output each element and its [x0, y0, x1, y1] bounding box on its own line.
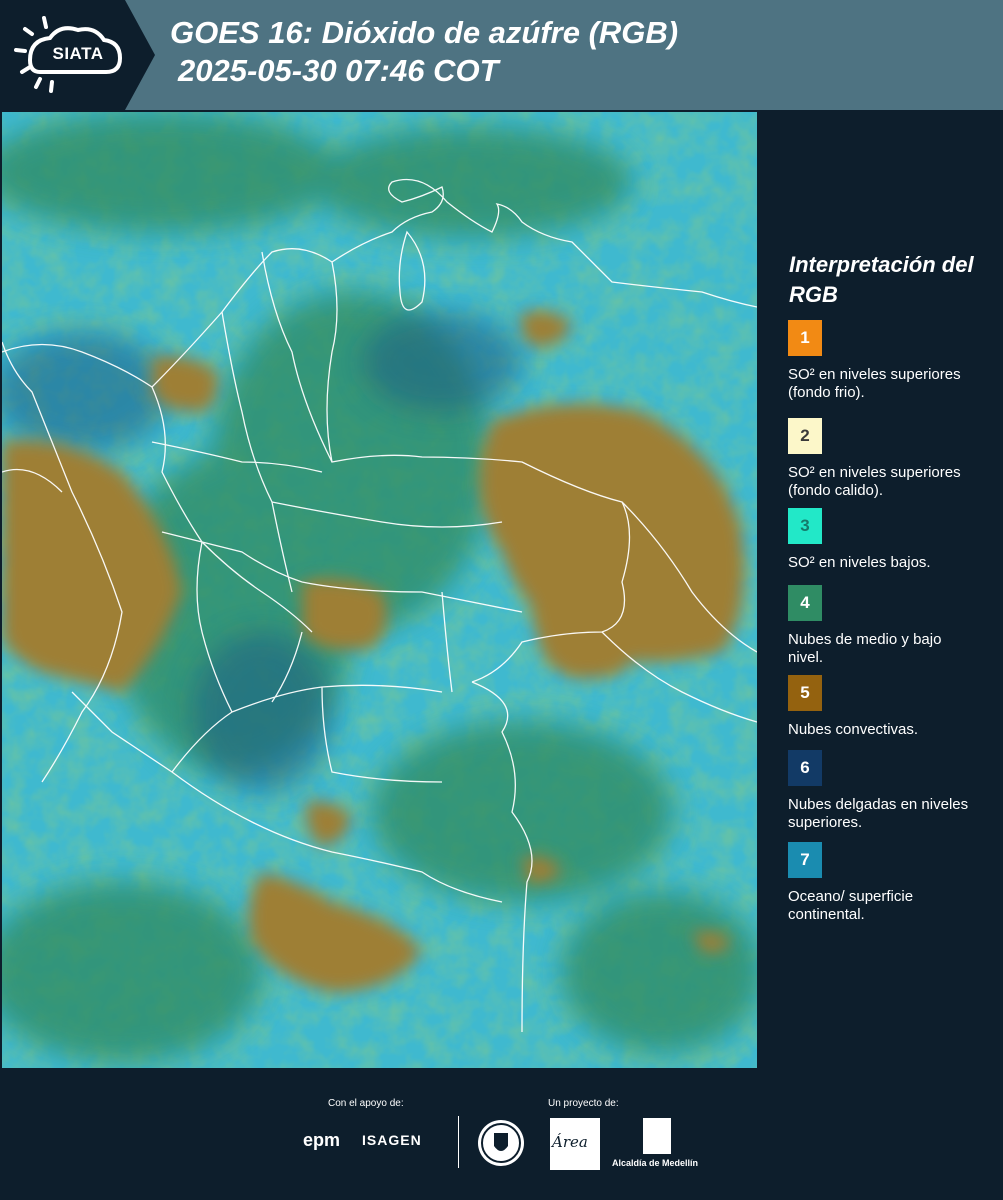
legend-item-1: 1 SO² en niveles superiores (fondo frio).	[788, 320, 988, 402]
legend-item-5: 5 Nubes convectivas.	[788, 675, 988, 739]
logo-text: SIATA	[52, 44, 104, 63]
legend-item-2: 2 SO² en niveles superiores (fondo calido…	[788, 418, 988, 500]
header-bar: SIATA GOES 16: Dióxido de azúfre (RGB) 2…	[0, 0, 1003, 110]
legend-swatch-4: 4	[788, 585, 822, 621]
alcaldia-label: Alcaldía de Medellín	[612, 1158, 699, 1168]
title-product: GOES 16: Dióxido de azúfre (RGB)	[170, 15, 679, 50]
legend-label-1: SO² en niveles superiores (fondo frio).	[788, 366, 961, 401]
legend-item-7: 7 Oceano/ superficie continental.	[788, 842, 988, 924]
legend-label-6: Nubes delgadas en niveles superiores.	[788, 796, 969, 831]
legend-label-2: SO² en niveles superiores (fondo calido)…	[788, 464, 961, 499]
legend-swatch-6: 6	[788, 750, 822, 786]
legend-title: Interpretación del RGB	[789, 252, 974, 307]
page-title: GOES 16: Dióxido de azúfre (RGB) 2025-05…	[170, 14, 678, 90]
legend-item-4: 4 Nubes de medio y bajo nivel.	[788, 585, 988, 667]
footer: Con el apoyo de: epm ISAGEN Un proyecto …	[0, 1070, 1003, 1200]
legend-swatch-1: 1	[788, 320, 822, 356]
legend-swatch-7: 7	[788, 842, 822, 878]
legend-swatch-2: 2	[788, 418, 822, 454]
area-metropolitana-wordmark-icon: Área	[552, 1133, 588, 1151]
legend-item-3: 3 SO² en niveles bajos.	[788, 508, 988, 572]
medellin-seal-icon	[478, 1120, 524, 1166]
legend-item-6: 6 Nubes delgadas en niveles superiores.	[788, 750, 988, 832]
legend-panel: Interpretación del RGB 1 SO² en niveles s…	[765, 110, 1003, 1068]
title-timestamp: 2025-05-30 07:46 COT	[178, 53, 499, 88]
legend-label-4: Nubes de medio y bajo nivel.	[788, 631, 942, 666]
isagen-logo: ISAGEN	[362, 1132, 422, 1148]
legend-swatch-3: 3	[788, 508, 822, 544]
siata-logo: SIATA	[0, 0, 155, 110]
satellite-map[interactable]	[2, 112, 757, 1068]
legend-label-7: Oceano/ superficie continental.	[788, 888, 914, 923]
support-label: Con el apoyo de:	[328, 1098, 404, 1109]
legend-label-5: Nubes convectivas.	[788, 721, 919, 738]
legend-label-3: SO² en niveles bajos.	[788, 554, 931, 571]
epm-logo: epm	[303, 1130, 341, 1150]
map-canvas	[2, 112, 757, 1068]
footer-divider	[458, 1116, 459, 1168]
alcaldia-shield-icon	[643, 1118, 671, 1154]
legend-swatch-5: 5	[788, 675, 822, 711]
project-label: Un proyecto de:	[548, 1098, 619, 1109]
